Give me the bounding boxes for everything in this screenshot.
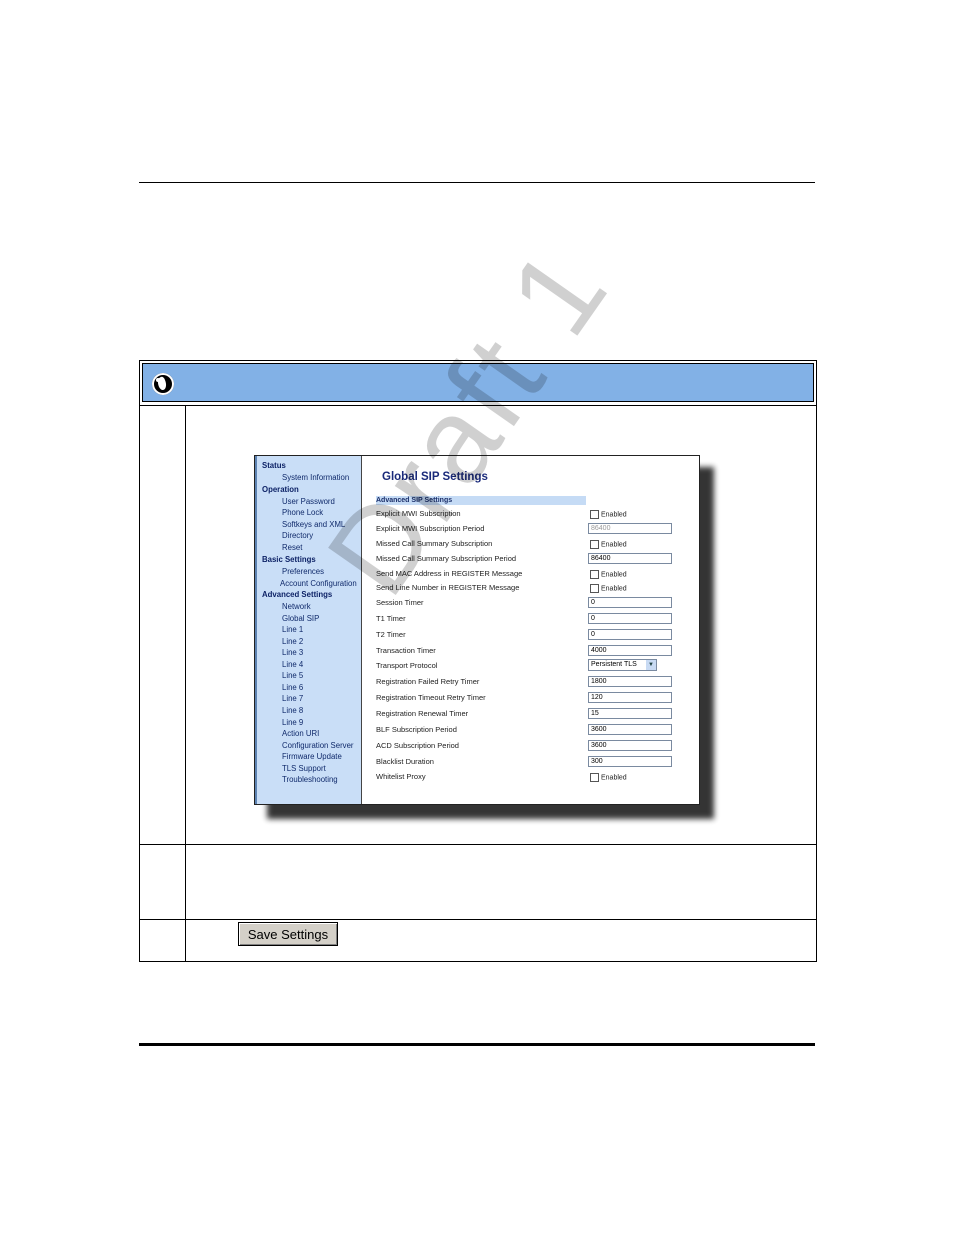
chevron-down-icon[interactable]: ▼ [646, 660, 656, 670]
sidebar-item[interactable]: Basic Settings [262, 555, 316, 564]
setting-input[interactable]: 0 [588, 613, 672, 624]
setting-label: Transaction Timer [376, 646, 436, 655]
setting-input[interactable]: 86400 [588, 553, 672, 564]
sidebar-item[interactable]: Action URI [282, 729, 319, 738]
checkbox-box[interactable] [590, 510, 599, 519]
setting-input[interactable]: 15 [588, 708, 672, 719]
setting-label: Explicit MWI Subscription Period [376, 524, 485, 533]
bottom-rule [139, 1043, 815, 1046]
setting-label: Registration Timeout Retry Timer [376, 693, 486, 702]
checkbox-box[interactable] [590, 773, 599, 782]
sidebar-item[interactable]: Line 5 [282, 671, 303, 680]
step-column-divider [185, 406, 186, 962]
enabled-checkbox[interactable]: Enabled [590, 510, 627, 519]
sidebar-item[interactable]: Account Configuration [280, 579, 357, 588]
global-sip-screenshot: Status System Information Operation User Pa… [254, 455, 700, 805]
enabled-checkbox[interactable]: Enabled [590, 540, 627, 549]
table-header [142, 363, 814, 402]
setting-input[interactable]: 120 [588, 692, 672, 703]
sidebar-item[interactable]: Line 1 [282, 625, 303, 634]
sidebar-item[interactable]: Advanced Settings [262, 590, 332, 599]
sidebar-item[interactable]: Status [262, 461, 286, 470]
setting-label: Transport Protocol [376, 661, 438, 670]
checkbox-label: Enabled [601, 585, 627, 593]
setting-label: ACD Subscription Period [376, 741, 459, 750]
setting-input[interactable]: 0 [588, 629, 672, 640]
select-value: Persistent TLS [591, 661, 637, 668]
sidebar-item[interactable]: Directory [282, 531, 313, 540]
setting-label: Send Line Number in REGISTER Message [376, 583, 520, 592]
setting-label: Session Timer [376, 598, 424, 607]
setting-input: 86400 [588, 523, 672, 534]
sidebar-item[interactable]: System Information [282, 473, 349, 482]
sidebar-item[interactable]: TLS Support [282, 764, 326, 773]
page-title: Global SIP Settings [382, 471, 488, 483]
enabled-checkbox[interactable]: Enabled [590, 584, 627, 593]
checkbox-box[interactable] [590, 584, 599, 593]
setting-label: Missed Call Summary Subscription Period [376, 554, 517, 563]
setting-label: Explicit MWI Subscription [376, 509, 461, 518]
sidebar-item[interactable]: User Password [282, 497, 335, 506]
globe-icon [152, 373, 174, 395]
checkbox-label: Enabled [601, 571, 627, 579]
setting-label: Send MAC Address in REGISTER Message [376, 569, 523, 578]
row-divider [140, 844, 816, 845]
setting-label: BLF Subscription Period [376, 725, 457, 734]
sidebar-item[interactable]: Line 7 [282, 694, 303, 703]
setting-input[interactable]: 3600 [588, 740, 672, 751]
setting-input[interactable]: 0 [588, 597, 672, 608]
sidebar-item[interactable]: Softkeys and XML [282, 520, 345, 529]
setting-input[interactable]: 1800 [588, 676, 672, 687]
setting-input[interactable]: 4000 [588, 645, 672, 656]
sidebar-item[interactable]: Operation [262, 485, 299, 494]
sidebar-item[interactable]: Line 2 [282, 637, 303, 646]
sidebar-item[interactable]: Global SIP [282, 614, 319, 623]
setting-input[interactable]: 300 [588, 756, 672, 767]
settings-panel: Global SIP Settings Advanced SIP Setting… [362, 456, 699, 804]
checkbox-box[interactable] [590, 540, 599, 549]
row-divider [140, 919, 816, 920]
sidebar-item[interactable]: Firmware Update [282, 752, 342, 761]
checkbox-label: Enabled [601, 774, 627, 782]
sidebar-item[interactable]: Configuration Server [282, 741, 354, 750]
save-settings-button[interactable]: Save Settings [238, 922, 338, 946]
sidebar-item[interactable]: Line 8 [282, 706, 303, 715]
sidebar-item[interactable]: Reset [282, 543, 302, 552]
setting-label: Missed Call Summary Subscription [376, 539, 493, 548]
sidebar-item[interactable]: Preferences [282, 567, 324, 576]
sidebar: Status System Information Operation User Pa… [255, 456, 362, 804]
sidebar-item[interactable]: Line 9 [282, 718, 303, 727]
setting-label: T1 Timer [376, 614, 406, 623]
sidebar-item[interactable]: Troubleshooting [282, 775, 338, 784]
sidebar-item[interactable]: Line 6 [282, 683, 303, 692]
setting-label: Blacklist Duration [376, 757, 434, 766]
section-heading: Advanced SIP Settings [376, 496, 586, 505]
enabled-checkbox[interactable]: Enabled [590, 773, 627, 782]
checkbox-label: Enabled [601, 541, 627, 549]
setting-label: Registration Failed Retry Timer [376, 677, 480, 686]
sidebar-item[interactable]: Line 4 [282, 660, 303, 669]
sidebar-item[interactable]: Network [282, 602, 311, 611]
sidebar-item[interactable]: Phone Lock [282, 508, 323, 517]
setting-label: T2 Timer [376, 630, 406, 639]
row-divider [140, 405, 816, 406]
enabled-checkbox[interactable]: Enabled [590, 570, 627, 579]
setting-input[interactable]: 3600 [588, 724, 672, 735]
checkbox-label: Enabled [601, 511, 627, 519]
setting-label: Registration Renewal Timer [376, 709, 469, 718]
top-rule [139, 182, 815, 183]
setting-label: Whitelist Proxy [376, 772, 426, 781]
checkbox-box[interactable] [590, 570, 599, 579]
transport-protocol-select[interactable]: Persistent TLS ▼ [588, 659, 657, 671]
sidebar-item[interactable]: Line 3 [282, 648, 303, 657]
